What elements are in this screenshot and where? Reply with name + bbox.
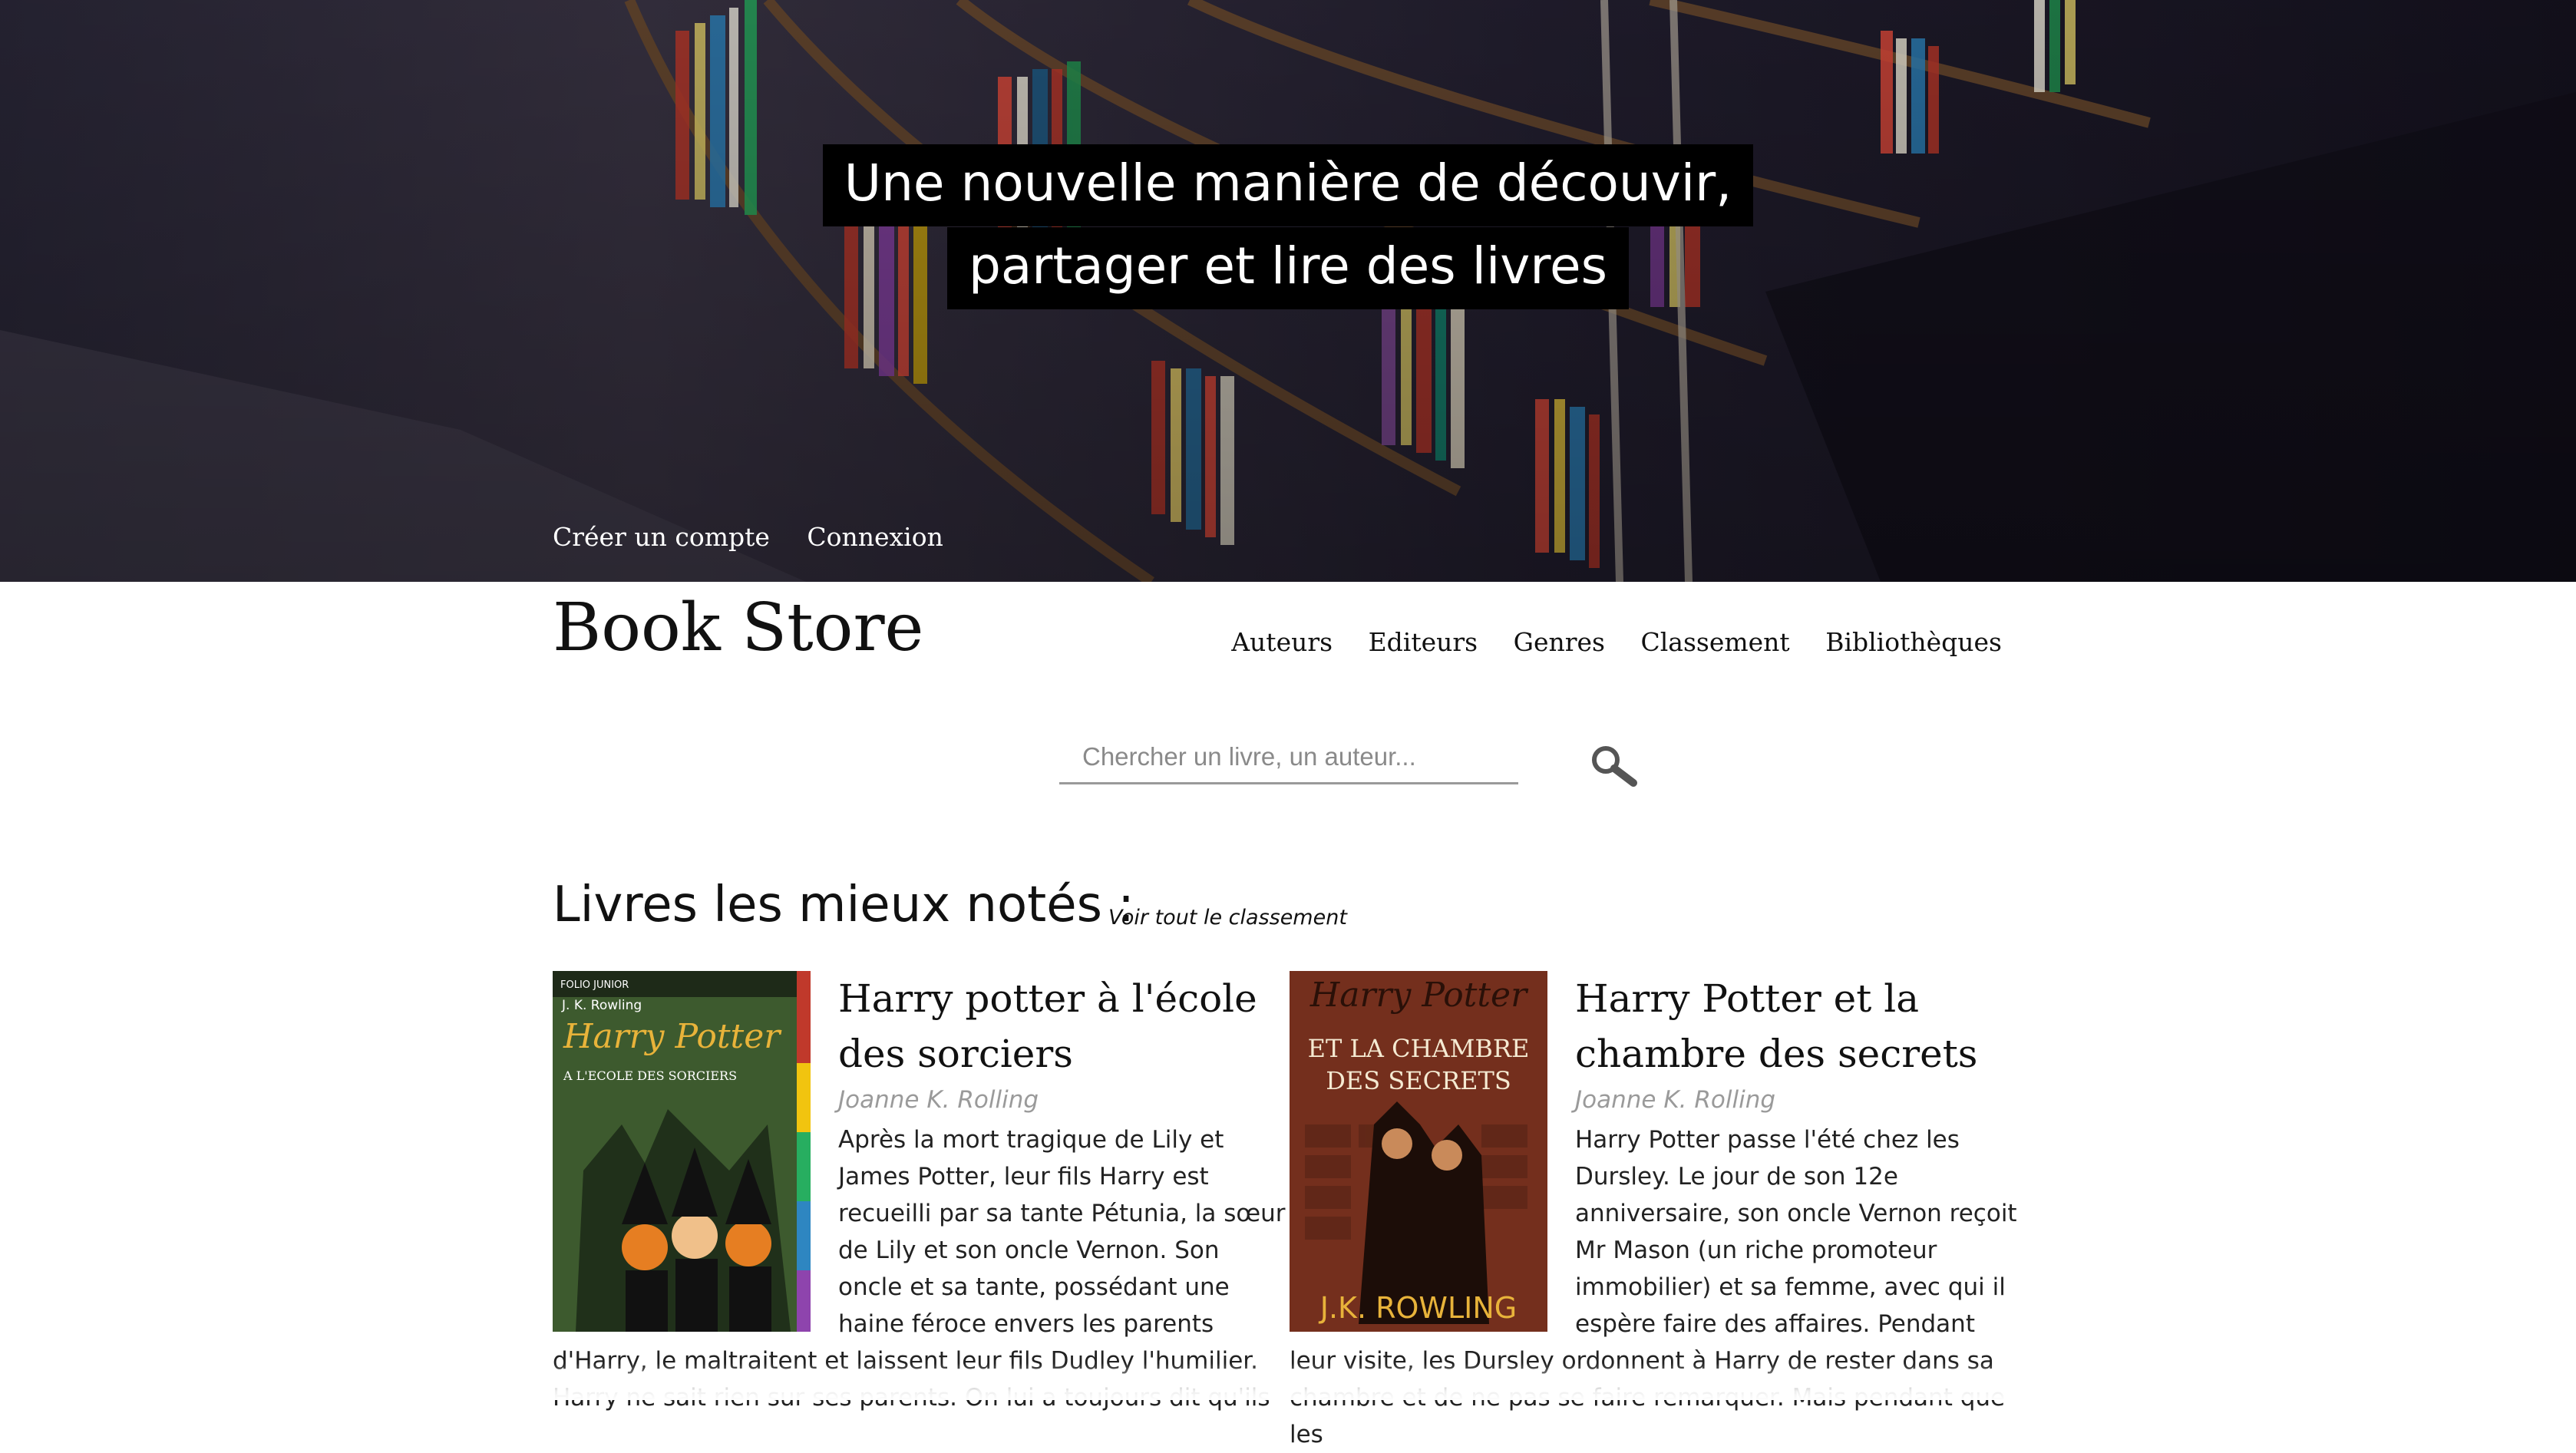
main-nav: Auteurs Editeurs Genres Classement Bibli… bbox=[1204, 627, 2002, 657]
cover-publisher: FOLIO JUNIOR bbox=[560, 979, 629, 991]
cover-author: J. K. Rowling bbox=[561, 998, 642, 1013]
nav-item-classement[interactable]: Classement bbox=[1640, 627, 1789, 657]
cover-subtitle-line-2: DES SECRETS bbox=[1326, 1066, 1511, 1095]
nav-item-editeurs[interactable]: Editeurs bbox=[1369, 627, 1478, 657]
see-all-ranking-link[interactable]: Voir tout le classement bbox=[1108, 906, 1347, 930]
book-cover-image[interactable]: FOLIO JUNIOR J. K. Rowling Harry Potter … bbox=[553, 971, 811, 1332]
search-icon bbox=[1592, 746, 1637, 787]
cover-subtitle-line-1: ET LA CHAMBRE bbox=[1308, 1034, 1530, 1063]
hero-banner: Une nouvelle manière de découvir, partag… bbox=[0, 0, 2576, 582]
account-links: Créer un compte Connexion bbox=[553, 522, 973, 552]
cover-subtitle: A L'ECOLE DES SORCIERS bbox=[563, 1068, 737, 1083]
hero-tagline-line-1: Une nouvelle manière de découvir, bbox=[0, 144, 2576, 226]
book-cover-image[interactable]: Harry Potter ET LA CHAMBRE DES SECRETS J… bbox=[1290, 971, 1547, 1332]
nav-item-bibliotheques[interactable]: Bibliothèques bbox=[1825, 627, 2002, 657]
brand-logo[interactable]: Book Store bbox=[553, 589, 923, 666]
bottom-fade bbox=[0, 1363, 2576, 1400]
search-bar bbox=[1059, 731, 1637, 787]
login-link[interactable]: Connexion bbox=[807, 522, 943, 552]
cover-series-title: Harry Potter bbox=[1309, 976, 1529, 1015]
section-title: Livres les mieux notés : bbox=[553, 877, 1134, 933]
book-card: FOLIO JUNIOR J. K. Rowling Harry Potter … bbox=[553, 971, 1286, 1416]
hero-tagline-text-1: Une nouvelle manière de découvir, bbox=[822, 144, 1754, 226]
cover-author: J.K. ROWLING bbox=[1319, 1291, 1518, 1325]
nav-item-auteurs[interactable]: Auteurs bbox=[1231, 627, 1333, 657]
search-button[interactable] bbox=[1589, 745, 1638, 788]
create-account-link[interactable]: Créer un compte bbox=[553, 522, 770, 552]
cover-series-title: Harry Potter bbox=[563, 1017, 782, 1056]
search-input[interactable] bbox=[1059, 731, 1518, 784]
nav-item-genres[interactable]: Genres bbox=[1514, 627, 1605, 657]
hero-tagline-line-2: partager et lire des livres bbox=[0, 227, 2576, 309]
hero-tagline-text-2: partager et lire des livres bbox=[946, 227, 1630, 309]
